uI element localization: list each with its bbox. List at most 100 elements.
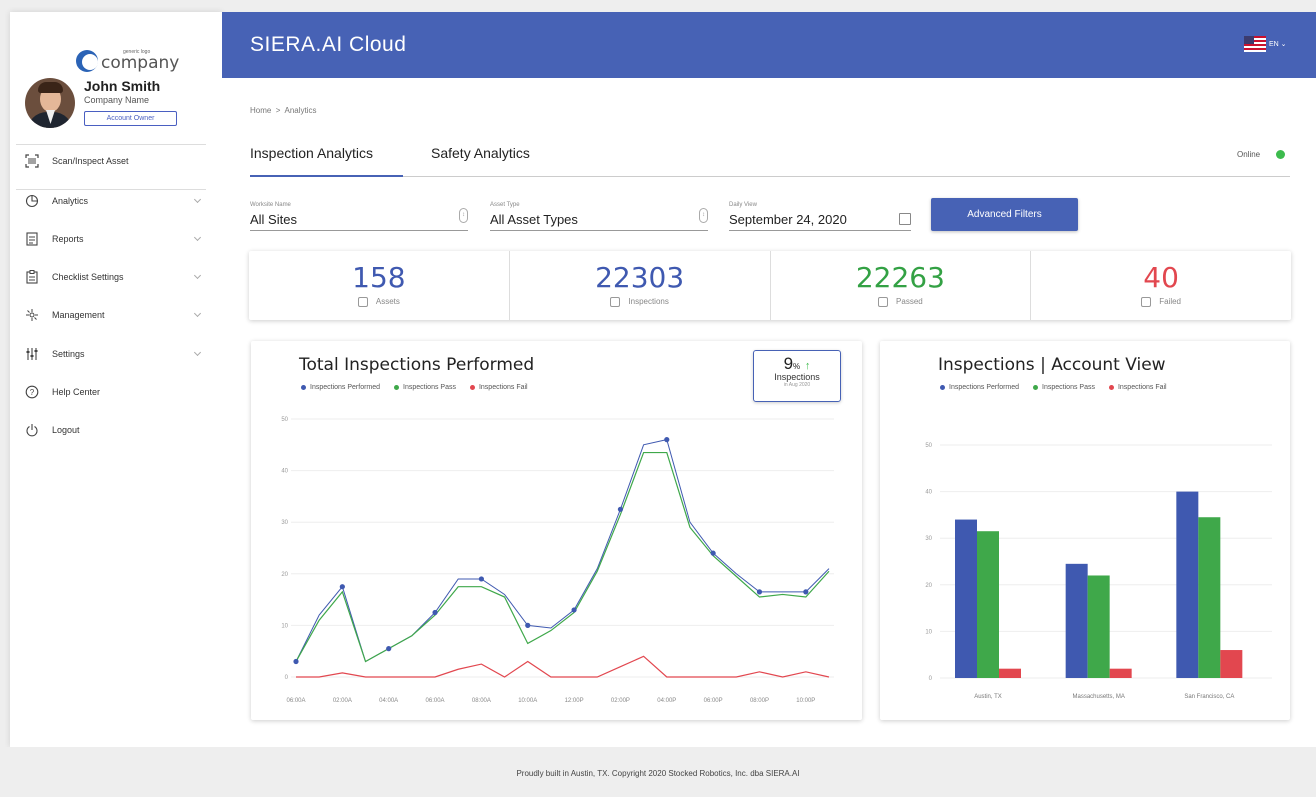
- y-tick-label: 10: [281, 623, 288, 629]
- report-icon: [24, 231, 40, 247]
- company-logo[interactable]: generic logo company: [76, 46, 179, 76]
- data-point: [386, 646, 392, 652]
- x-tick-label: 06:00A: [426, 698, 445, 704]
- data-point: [339, 584, 345, 590]
- stat-label: Inspections: [628, 297, 669, 307]
- bar: [1220, 650, 1243, 678]
- data-point: [803, 589, 809, 595]
- y-tick-label: 30: [925, 536, 932, 542]
- sidebar-item-checklist-settings[interactable]: Checklist Settings: [24, 267, 210, 287]
- x-tick-label: 06:00P: [704, 698, 723, 704]
- sidebar-item-label: Reports: [52, 234, 84, 244]
- pie-chart-icon: [24, 193, 40, 209]
- sidebar-item-reports[interactable]: Reports: [24, 229, 210, 249]
- y-tick-label: 20: [925, 583, 932, 589]
- footer: Proudly built in Austin, TX. Copyright 2…: [0, 747, 1316, 797]
- active-tab-indicator: [250, 175, 403, 177]
- y-tick-label: 0: [285, 675, 289, 681]
- chevron-down-icon: [193, 233, 202, 242]
- breadcrumb-home[interactable]: Home: [250, 106, 271, 115]
- line-chart-card: Total Inspections Performed Inspections …: [251, 341, 862, 720]
- sidebar-item-scan[interactable]: Scan/Inspect Asset: [24, 151, 210, 171]
- help-icon: ?: [24, 384, 40, 400]
- sidebar-item-management[interactable]: Management: [24, 305, 210, 325]
- stat-inspections[interactable]: 22303 Inspections: [510, 251, 771, 320]
- sidebar-item-help-center[interactable]: ? Help Center: [24, 382, 210, 402]
- stat-label: Failed: [1159, 297, 1182, 307]
- chevron-down-icon: [193, 348, 202, 357]
- x-tick-label: San Francisco, CA: [1184, 694, 1234, 700]
- date-filter-value: September 24, 2020: [729, 212, 847, 227]
- svg-text:?: ?: [30, 388, 35, 397]
- y-tick-label: 50: [925, 443, 932, 449]
- power-icon: [24, 422, 40, 438]
- x-tick-label: 08:00P: [750, 698, 769, 704]
- bar-chart-card: Inspections | Account View Inspections P…: [880, 341, 1290, 720]
- bar: [1198, 517, 1221, 678]
- sidebar-item-settings[interactable]: Settings: [24, 344, 210, 364]
- x-tick-label: 10:00A: [518, 698, 537, 704]
- tab-inspection-analytics[interactable]: Inspection Analytics: [250, 145, 373, 161]
- series-line-2: [296, 655, 830, 678]
- stat-assets[interactable]: 158 Assets: [249, 251, 510, 320]
- select-caret-icon: ↕: [459, 208, 468, 223]
- sliders-icon: [24, 346, 40, 362]
- avatar[interactable]: [25, 78, 75, 128]
- data-point: [525, 622, 531, 628]
- advanced-filters-button[interactable]: Advanced Filters: [931, 198, 1078, 231]
- data-point: [710, 550, 716, 556]
- sidebar-item-label: Help Center: [52, 387, 101, 397]
- calendar-icon[interactable]: [899, 213, 911, 225]
- date-filter[interactable]: Daily View September 24, 2020: [729, 199, 911, 231]
- select-caret-icon: ↕: [699, 208, 708, 223]
- data-point: [571, 607, 577, 613]
- fail-icon: [1141, 297, 1152, 307]
- stat-value: 158: [352, 261, 406, 294]
- data-point: [756, 589, 763, 595]
- bar: [1065, 563, 1088, 678]
- checklist-icon: [24, 269, 40, 285]
- sidebar-item-label: Settings: [52, 349, 85, 359]
- sidebar-item-analytics[interactable]: Analytics: [24, 191, 210, 211]
- y-tick-label: 40: [925, 490, 932, 496]
- check-icon: [878, 297, 889, 307]
- x-tick-label: 12:00P: [565, 698, 584, 704]
- asset-type-filter[interactable]: Asset Type All Asset Types ↕: [490, 199, 708, 231]
- y-tick-label: 10: [925, 629, 932, 635]
- nav-divider: [16, 144, 206, 145]
- sidebar-item-label: Analytics: [52, 196, 89, 206]
- sidebar-item-logout[interactable]: Logout: [24, 420, 210, 440]
- y-tick-label: 30: [281, 520, 288, 526]
- chevron-down-icon: [193, 309, 202, 318]
- series-line-0: [295, 439, 830, 663]
- stat-value: 22303: [595, 261, 685, 294]
- worksite-filter[interactable]: Worksite Name All Sites ↕: [250, 199, 468, 231]
- worksite-filter-label: Worksite Name: [250, 202, 291, 208]
- stat-passed[interactable]: 22263 Passed: [771, 251, 1032, 320]
- online-status: Online: [1237, 150, 1261, 159]
- brand-title: SIERA.AI Cloud: [250, 33, 407, 56]
- nav-divider: [16, 189, 206, 190]
- x-tick-label: Austin, TX: [974, 694, 1002, 700]
- tab-safety-analytics[interactable]: Safety Analytics: [431, 145, 530, 161]
- stat-failed[interactable]: 40 Failed: [1031, 251, 1291, 320]
- role-badge[interactable]: Account Owner: [84, 111, 177, 126]
- footer-text: Proudly built in Austin, TX. Copyright 2…: [516, 769, 800, 778]
- data-point: [664, 437, 670, 443]
- asset-type-filter-value: All Asset Types: [490, 212, 578, 227]
- worksite-filter-value: All Sites: [250, 212, 297, 227]
- sidebar-item-label: Management: [52, 310, 105, 320]
- line-chart: 0 10 20 30 40 50 06:00A 02:00A 04:00A 06:00A 08:00…: [281, 417, 834, 704]
- language-selector[interactable]: EN ⌄: [1269, 40, 1287, 48]
- stat-value: 22263: [855, 261, 945, 294]
- bar: [999, 668, 1021, 678]
- bar-chart: 0 10 20 30 40 50 Austin, TX Massachusetts, MA Sa…: [925, 443, 1272, 700]
- logo-mark-icon: [76, 50, 98, 72]
- data-point: [293, 658, 299, 665]
- x-tick-label: 04:00A: [379, 698, 398, 704]
- scan-icon: [24, 153, 40, 169]
- x-tick-label: Massachusetts, MA: [1072, 694, 1124, 700]
- main-content: Home > Analytics Inspection Analytics Sa…: [222, 78, 1316, 747]
- stat-value: 40: [1143, 261, 1179, 294]
- us-flag-icon[interactable]: [1244, 36, 1266, 52]
